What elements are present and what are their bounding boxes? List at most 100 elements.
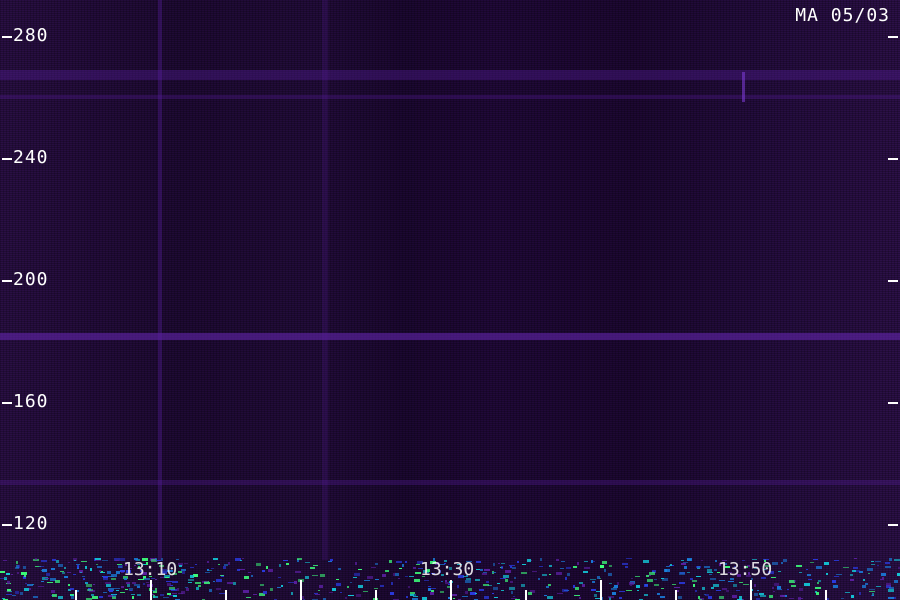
noise-speck — [336, 579, 339, 580]
noise-speck — [99, 570, 101, 572]
noise-speck — [170, 589, 174, 590]
noise-speck — [562, 589, 568, 592]
noise-speck — [297, 558, 302, 560]
noise-speck — [625, 566, 628, 568]
noise-speck — [181, 591, 185, 594]
noise-speck — [116, 571, 120, 574]
noise-speck — [678, 596, 682, 599]
band-180 — [0, 333, 900, 340]
spectrogram-bands — [0, 0, 900, 600]
noise-speck — [789, 598, 794, 599]
noise-speck — [547, 596, 553, 599]
noise-speck — [47, 582, 53, 583]
noise-speck — [483, 572, 487, 573]
noise-speck — [354, 573, 360, 576]
noise-speck — [320, 574, 325, 577]
noise-speck — [163, 597, 169, 598]
noise-speck — [574, 595, 580, 596]
noise-speck — [479, 589, 484, 591]
noise-speck — [834, 576, 839, 577]
noise-speck — [672, 584, 676, 585]
noise-speck — [608, 573, 612, 576]
noise-speck — [707, 572, 713, 573]
noise-speck — [834, 560, 839, 561]
noise-speck — [708, 596, 712, 599]
noise-speck — [733, 584, 737, 587]
noise-speck — [237, 569, 240, 571]
noise-speck — [375, 579, 379, 580]
noise-speck — [614, 585, 618, 588]
noise-speck — [851, 595, 854, 598]
noise-speck — [20, 592, 23, 595]
noise-speck — [687, 572, 690, 573]
noise-speck — [87, 589, 93, 591]
noise-speck — [497, 583, 500, 584]
noise-speck — [355, 562, 357, 565]
y-tick-right-160 — [888, 402, 898, 404]
noise-speck — [405, 576, 408, 577]
noise-speck — [395, 573, 399, 576]
noise-speck — [70, 588, 74, 590]
noise-speck — [68, 562, 70, 563]
noise-speck — [243, 590, 249, 593]
noise-speck — [428, 586, 431, 587]
noise-speck — [233, 582, 236, 585]
noise-speck — [167, 583, 171, 586]
noise-speck — [711, 587, 714, 589]
noise-speck — [131, 594, 135, 595]
noise-speck — [609, 583, 612, 584]
noise-speck — [55, 580, 60, 583]
noise-speck — [120, 592, 125, 593]
noise-speck — [345, 597, 347, 599]
noise-speck — [137, 586, 140, 588]
y-tick-right-280 — [888, 36, 898, 38]
noise-speck — [810, 562, 814, 563]
noise-speck — [826, 573, 828, 575]
noise-speck — [514, 577, 516, 579]
noise-speck — [281, 585, 283, 587]
noise-speck — [760, 595, 766, 597]
noise-speck — [630, 585, 632, 586]
noise-speck — [698, 596, 700, 599]
noise-speck — [216, 579, 222, 582]
x-tick — [450, 580, 452, 600]
noise-speck — [483, 584, 489, 586]
noise-speck — [636, 585, 640, 588]
noise-speck — [380, 585, 384, 587]
noise-speck — [100, 572, 105, 573]
noise-speck — [743, 584, 749, 585]
noise-speck — [95, 558, 101, 560]
noise-speck — [644, 584, 648, 587]
noise-speck — [493, 563, 495, 566]
noise-speck — [462, 596, 468, 597]
noise-speck — [291, 592, 293, 595]
noise-speck — [431, 588, 436, 589]
noise-speck — [103, 592, 107, 593]
noise-speck — [591, 560, 593, 563]
noise-speck — [332, 588, 336, 591]
noise-speck — [430, 592, 434, 595]
noise-speck — [739, 582, 743, 583]
noise-speck — [190, 567, 194, 568]
noise-speck — [549, 574, 551, 575]
x-tick-label-1330: 13:30 — [420, 559, 475, 580]
noise-speck — [305, 576, 309, 579]
noise-speck — [358, 585, 363, 588]
noise-speck — [626, 590, 632, 591]
noise-speck — [184, 563, 188, 564]
noise-speck — [132, 582, 136, 584]
noise-speck — [565, 577, 567, 580]
x-tick — [300, 580, 302, 600]
noise-speck — [710, 578, 716, 580]
noise-speck — [398, 578, 400, 579]
noise-speck — [39, 566, 44, 567]
streak-mid — [322, 0, 328, 560]
noise-speck — [736, 590, 740, 591]
y-tick-right-240 — [888, 158, 898, 160]
noise-speck — [185, 587, 188, 588]
noise-speck — [6, 594, 12, 595]
noise-speck — [195, 582, 201, 584]
noise-speck — [845, 592, 850, 593]
noise-speck — [198, 585, 201, 587]
noise-speck — [315, 594, 320, 595]
